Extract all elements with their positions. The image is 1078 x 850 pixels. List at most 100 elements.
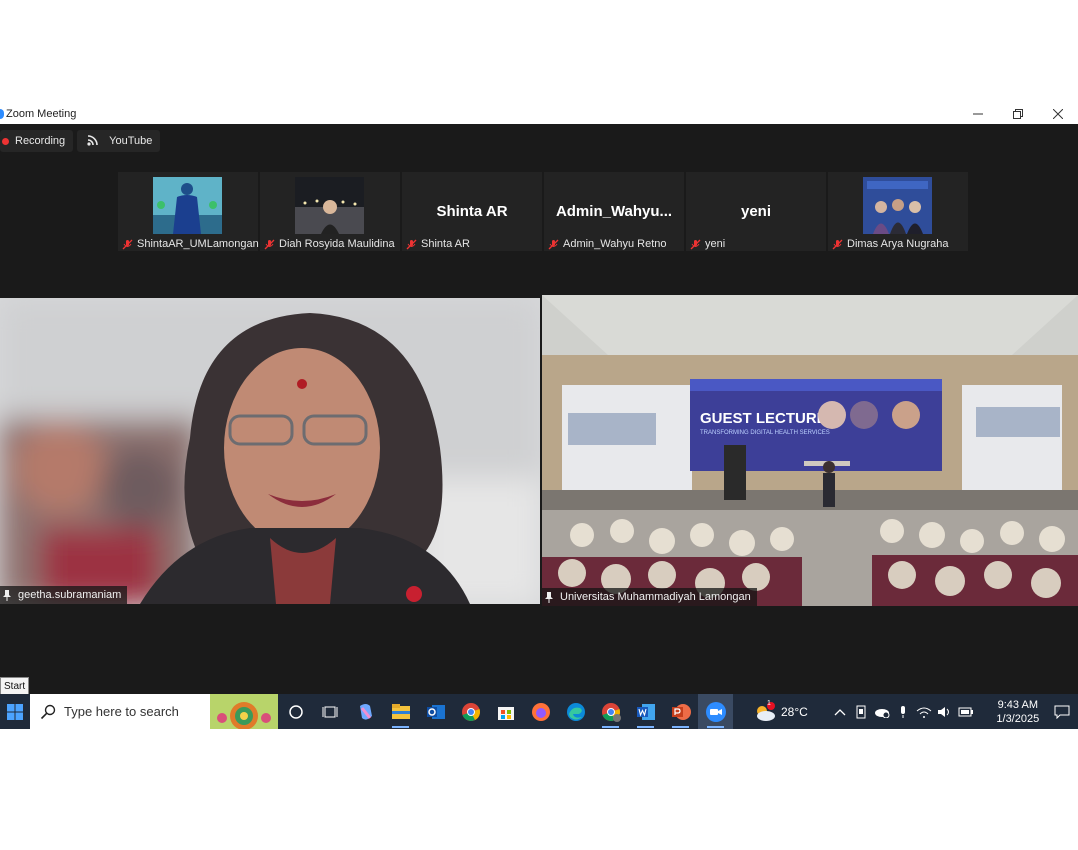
mic-muted-icon [548,239,559,249]
volume-button[interactable] [935,694,956,729]
taskbar-clock[interactable]: 9:43 AM 1/3/2025 [989,698,1047,726]
recording-button[interactable]: Recording [0,130,74,152]
onedrive-button[interactable] [872,694,893,729]
file-explorer-app[interactable] [383,694,418,729]
participant-label: Shinta AR [406,238,470,250]
copilot-icon [359,703,372,720]
mic-muted-icon [264,239,275,249]
mic-muted-icon [690,239,701,249]
notification-center-button[interactable] [1051,694,1073,729]
minimize-icon [973,113,983,115]
folder-icon [391,703,410,719]
participant-video [295,177,364,234]
participant-strip: ShintaAR_UMLamongan Diah Rosyida Maulidi… [118,172,968,251]
tray-device-button[interactable] [851,694,872,729]
powerpoint-app[interactable] [663,694,698,729]
copilot-app[interactable] [348,694,383,729]
participant-name-placeholder: Shinta AR [436,203,508,220]
banner-title: GUEST LECTURE [700,410,827,427]
chrome-app[interactable] [453,694,488,729]
word-app[interactable] [628,694,663,729]
powerpoint-icon [671,703,691,720]
task-view-icon [322,706,337,717]
clock-date: 1/3/2025 [996,712,1040,725]
speaker-volume-icon [938,706,950,717]
word-icon [636,703,655,720]
window-controls [958,104,1078,124]
participant-label: Dimas Arya Nugraha [832,238,949,250]
battery-button[interactable] [956,694,977,729]
microsoft-store-app[interactable] [488,694,523,729]
network-button[interactable] [914,694,935,729]
search-highlight-icon [210,694,278,729]
clock-time: 9:43 AM [997,698,1038,711]
mic-muted-icon [406,239,417,249]
start-button[interactable] [0,694,30,729]
firefox-app[interactable] [523,694,558,729]
chrome-icon [461,702,480,721]
recording-label: Recording [15,135,66,147]
window-titlebar: Zoom Meeting [0,104,1078,124]
livestream-label: YouTube [109,135,153,147]
speaker-video-frame [0,298,540,604]
speaker-video-label: geetha.subramaniam [0,586,128,604]
participant-tile[interactable]: Admin_Wahyu... Admin_Wahyu Retno [544,172,684,251]
pin-icon [3,589,11,601]
system-tray [830,694,977,729]
search-icon [40,704,56,719]
taskbar-search-box[interactable]: Type here to search [30,694,278,729]
speaker-video-right[interactable]: GUEST LECTURE TRANSFORMING DIGITAL HEALT… [542,295,1078,606]
zoom-app[interactable] [698,694,733,729]
participant-name-placeholder: yeni [740,203,771,220]
weather-badge: 1 [767,700,771,707]
edge-icon [566,702,585,721]
windows-taskbar: Type here to search 1 28°C 9:43 AM 1/3/2… [0,694,1078,729]
outlook-app[interactable] [418,694,453,729]
livestream-button[interactable]: YouTube [77,130,161,152]
participant-tile[interactable]: Shinta AR Shinta AR [402,172,542,251]
participant-tile[interactable]: yeni yeni [686,172,826,251]
device-icon [856,705,866,718]
zoom-icon [705,701,726,722]
participant-label: ShintaAR_UMLamongan [122,238,259,250]
chevron-up-icon [834,708,846,715]
chrome-profile-icon [601,702,621,722]
restore-button[interactable] [998,104,1038,124]
participant-tile[interactable]: Dimas Arya Nugraha [828,172,968,251]
window-title: Zoom Meeting [6,108,77,120]
weather-widget[interactable]: 1 28°C [753,700,808,722]
participant-tile[interactable]: Diah Rosyida Maulidina [260,172,400,251]
speaker-video-left[interactable]: geetha.subramaniam [0,298,540,604]
task-view-button[interactable] [313,694,348,729]
close-icon [1053,109,1063,119]
chrome-profile-app[interactable] [593,694,628,729]
wifi-icon [916,707,932,718]
mic-muted-icon [122,239,133,249]
recording-dot-icon [2,137,9,145]
edge-app[interactable] [558,694,593,729]
windows-logo-icon [7,703,23,720]
battery-icon [958,707,974,716]
minimize-button[interactable] [958,104,998,124]
search-placeholder: Type here to search [64,704,179,719]
participant-label: yeni [690,238,725,250]
microphone-tray-button[interactable] [893,694,914,729]
cortana-button[interactable] [278,694,313,729]
participant-video [153,177,222,234]
mic-muted-icon [832,239,843,249]
hall-video-label: Universitas Muhammadiyah Lamongan [542,588,757,606]
cortana-circle-icon [288,704,303,719]
meeting-status-bar: Recording YouTube [0,130,161,152]
close-button[interactable] [1038,104,1078,124]
show-hidden-icons-button[interactable] [830,694,851,729]
participant-label: Admin_Wahyu Retno [548,238,667,250]
broadcast-icon [87,135,98,146]
weather-temperature: 28°C [781,704,808,719]
participant-video [863,177,932,234]
participant-name-placeholder: Admin_Wahyu... [555,203,673,220]
lecture-hall-video-frame: GUEST LECTURE TRANSFORMING DIGITAL HEALT… [542,295,1078,606]
participant-tile[interactable]: ShintaAR_UMLamongan [118,172,259,251]
outlook-icon [426,704,445,719]
store-bag-icon [497,706,514,720]
pin-icon [545,591,553,603]
